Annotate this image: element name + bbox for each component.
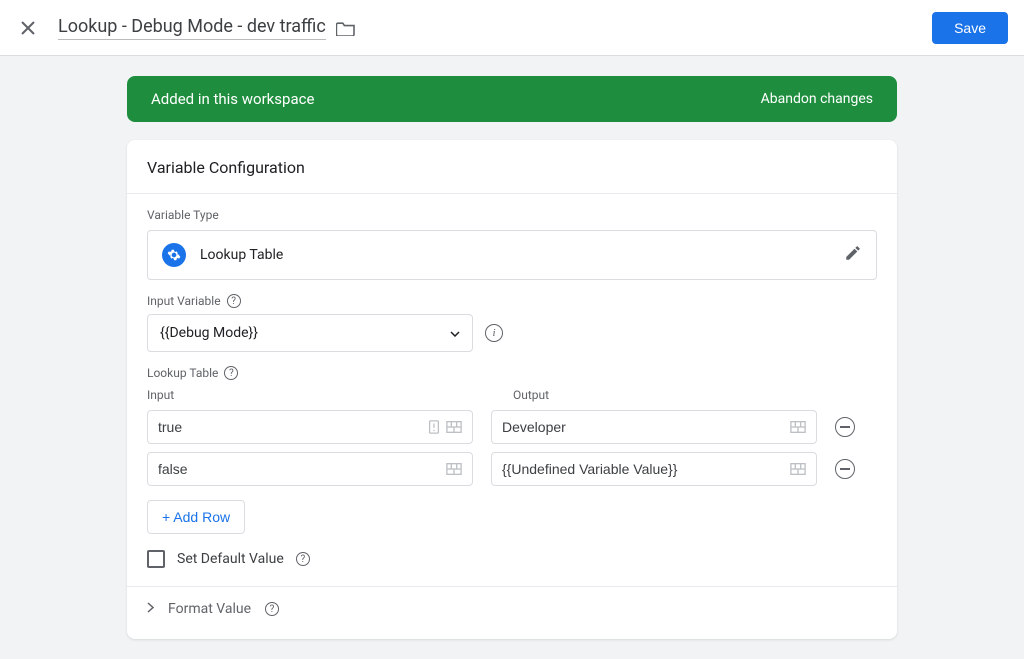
default-value-checkbox[interactable]	[147, 550, 165, 568]
variable-type-selector[interactable]: Lookup Table	[147, 230, 877, 280]
lookup-table-section: Lookup Table ? Input Output	[127, 352, 897, 574]
card-heading: Variable Configuration	[147, 158, 877, 177]
page-body: Added in this workspace Abandon changes …	[0, 56, 1024, 659]
help-icon[interactable]: ?	[227, 294, 241, 308]
remove-row-button[interactable]	[835, 417, 855, 437]
default-value-label: Set Default Value	[177, 551, 284, 567]
chevron-right-icon	[147, 601, 154, 617]
help-icon[interactable]: ?	[265, 602, 279, 616]
variable-type-name: Lookup Table	[200, 247, 830, 263]
format-value-row[interactable]: Format Value ?	[127, 586, 897, 631]
help-icon[interactable]: ?	[224, 366, 238, 380]
variable-type-label: Variable Type	[147, 208, 877, 222]
top-bar: Lookup - Debug Mode - dev traffic Save	[0, 0, 1024, 56]
chevron-down-icon	[450, 325, 460, 341]
input-text[interactable]	[158, 419, 418, 435]
gear-icon	[162, 243, 186, 267]
brick-icon[interactable]	[446, 462, 462, 476]
close-icon[interactable]	[16, 16, 40, 40]
brick-icon[interactable]	[446, 420, 462, 434]
output-field[interactable]	[491, 452, 817, 486]
brick-icon[interactable]	[790, 420, 806, 434]
table-row	[147, 410, 877, 444]
brick-icon[interactable]	[790, 462, 806, 476]
default-value-row: Set Default Value ?	[147, 550, 877, 574]
table-row	[147, 452, 877, 486]
lookup-table-label: Lookup Table ?	[147, 366, 877, 380]
format-value-label: Format Value	[168, 601, 251, 617]
workspace-banner: Added in this workspace Abandon changes	[127, 76, 897, 122]
page-title[interactable]: Lookup - Debug Mode - dev traffic	[58, 16, 326, 40]
input-field[interactable]	[147, 410, 473, 444]
info-icon[interactable]: i	[485, 324, 503, 342]
table-header: Input Output	[147, 388, 877, 402]
banner-message: Added in this workspace	[151, 90, 314, 108]
remove-row-button[interactable]	[835, 459, 855, 479]
page-icon[interactable]	[428, 420, 440, 434]
variable-type-section: Variable Type Lookup Table	[127, 194, 897, 280]
output-field[interactable]	[491, 410, 817, 444]
help-icon[interactable]: ?	[296, 552, 310, 566]
add-row-button[interactable]: + Add Row	[147, 500, 245, 534]
input-variable-select[interactable]: {{Debug Mode}}	[147, 314, 473, 352]
input-variable-label-text: Input Variable	[147, 294, 221, 308]
input-text[interactable]	[158, 461, 440, 477]
lookup-table-label-text: Lookup Table	[147, 366, 218, 380]
config-card: Variable Configuration Variable Type Loo…	[127, 140, 897, 639]
input-variable-section: Input Variable ? {{Debug Mode}} i	[127, 280, 897, 352]
output-text[interactable]	[502, 419, 784, 435]
output-text[interactable]	[502, 461, 784, 477]
variable-type-label-text: Variable Type	[147, 208, 219, 222]
card-header: Variable Configuration	[127, 140, 897, 194]
input-variable-value: {{Debug Mode}}	[160, 325, 258, 341]
input-field[interactable]	[147, 452, 473, 486]
save-button[interactable]: Save	[932, 12, 1008, 44]
input-variable-label: Input Variable ?	[147, 294, 877, 308]
folder-icon[interactable]	[336, 20, 356, 36]
col-output-label: Output	[513, 388, 839, 402]
abandon-changes-link[interactable]: Abandon changes	[761, 91, 873, 107]
edit-icon[interactable]	[844, 244, 862, 266]
col-input-label: Input	[147, 388, 473, 402]
title-area: Lookup - Debug Mode - dev traffic	[58, 16, 932, 40]
